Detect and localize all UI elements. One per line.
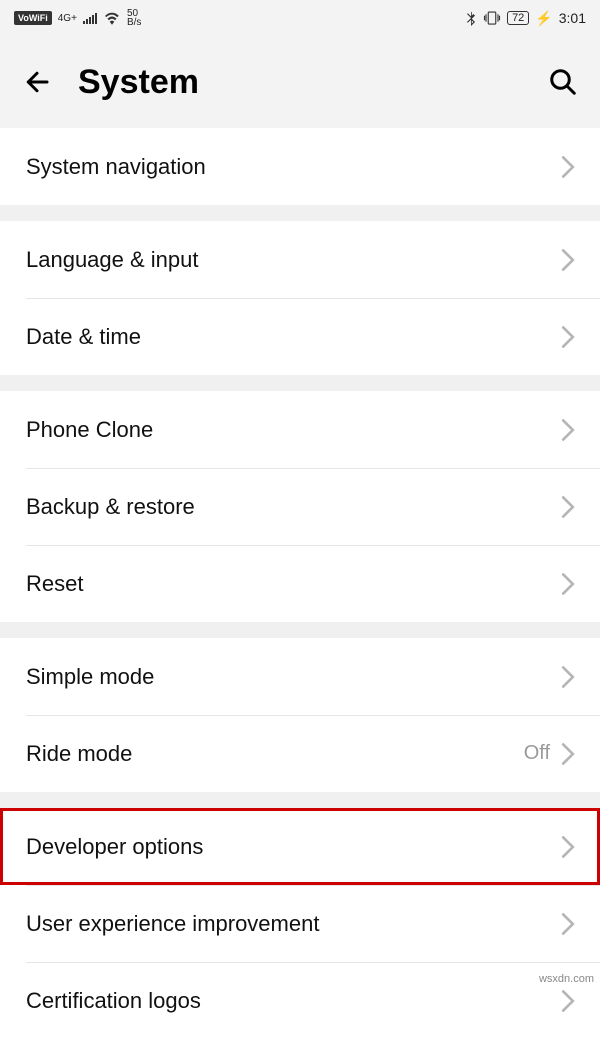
row-label: Reset — [26, 571, 560, 597]
row-date-time[interactable]: Date & time — [0, 298, 600, 375]
row-label: Certification logos — [26, 988, 560, 1014]
row-label: Language & input — [26, 247, 560, 273]
chevron-right-icon — [560, 155, 576, 179]
chevron-right-icon — [560, 989, 576, 1013]
back-icon[interactable] — [22, 67, 52, 97]
settings-group: System navigation — [0, 128, 600, 205]
signal-icon — [83, 12, 97, 24]
app-bar: System — [0, 36, 600, 128]
settings-group: Simple mode Ride mode Off — [0, 638, 600, 792]
chevron-right-icon — [560, 418, 576, 442]
search-icon[interactable] — [548, 67, 578, 97]
bluetooth-icon — [465, 10, 477, 26]
row-label: Simple mode — [26, 664, 560, 690]
status-bar: VoWiFi 4G+ 50B/s 72 ⚡ 3:01 — [0, 0, 600, 36]
vibrate-icon — [483, 10, 501, 26]
chevron-right-icon — [560, 742, 576, 766]
row-label: Phone Clone — [26, 417, 560, 443]
row-label: Developer options — [26, 834, 560, 860]
network-type: 4G+ — [58, 14, 77, 23]
row-label: Date & time — [26, 324, 560, 350]
charging-icon: ⚡ — [535, 10, 552, 27]
settings-group: Language & input Date & time — [0, 221, 600, 375]
chevron-right-icon — [560, 325, 576, 349]
row-language-input[interactable]: Language & input — [0, 221, 600, 298]
row-label: User experience improvement — [26, 911, 560, 937]
watermark: wsxdn.com — [537, 973, 596, 985]
row-ride-mode[interactable]: Ride mode Off — [0, 715, 600, 792]
row-label: Ride mode — [26, 741, 524, 767]
page-title: System — [78, 63, 548, 102]
chevron-right-icon — [560, 835, 576, 859]
data-rate: 50B/s — [127, 9, 141, 27]
chevron-right-icon — [560, 495, 576, 519]
row-backup-restore[interactable]: Backup & restore — [0, 468, 600, 545]
row-label: System navigation — [26, 154, 560, 180]
vowifi-icon: VoWiFi — [14, 11, 52, 25]
wifi-icon — [103, 11, 121, 25]
chevron-right-icon — [560, 572, 576, 596]
settings-group: Developer options User experience improv… — [0, 808, 600, 1039]
chevron-right-icon — [560, 665, 576, 689]
row-system-navigation[interactable]: System navigation — [0, 128, 600, 205]
row-value: Off — [524, 742, 550, 765]
battery-icon: 72 — [507, 11, 529, 25]
row-label: Backup & restore — [26, 494, 560, 520]
row-reset[interactable]: Reset — [0, 545, 600, 622]
row-certification-logos[interactable]: Certification logos — [0, 962, 600, 1039]
row-user-experience-improvement[interactable]: User experience improvement — [0, 885, 600, 962]
chevron-right-icon — [560, 248, 576, 272]
chevron-right-icon — [560, 912, 576, 936]
row-simple-mode[interactable]: Simple mode — [0, 638, 600, 715]
row-phone-clone[interactable]: Phone Clone — [0, 391, 600, 468]
settings-group: Phone Clone Backup & restore Reset — [0, 391, 600, 622]
row-developer-options[interactable]: Developer options — [0, 808, 600, 885]
clock: 3:01 — [559, 10, 586, 26]
